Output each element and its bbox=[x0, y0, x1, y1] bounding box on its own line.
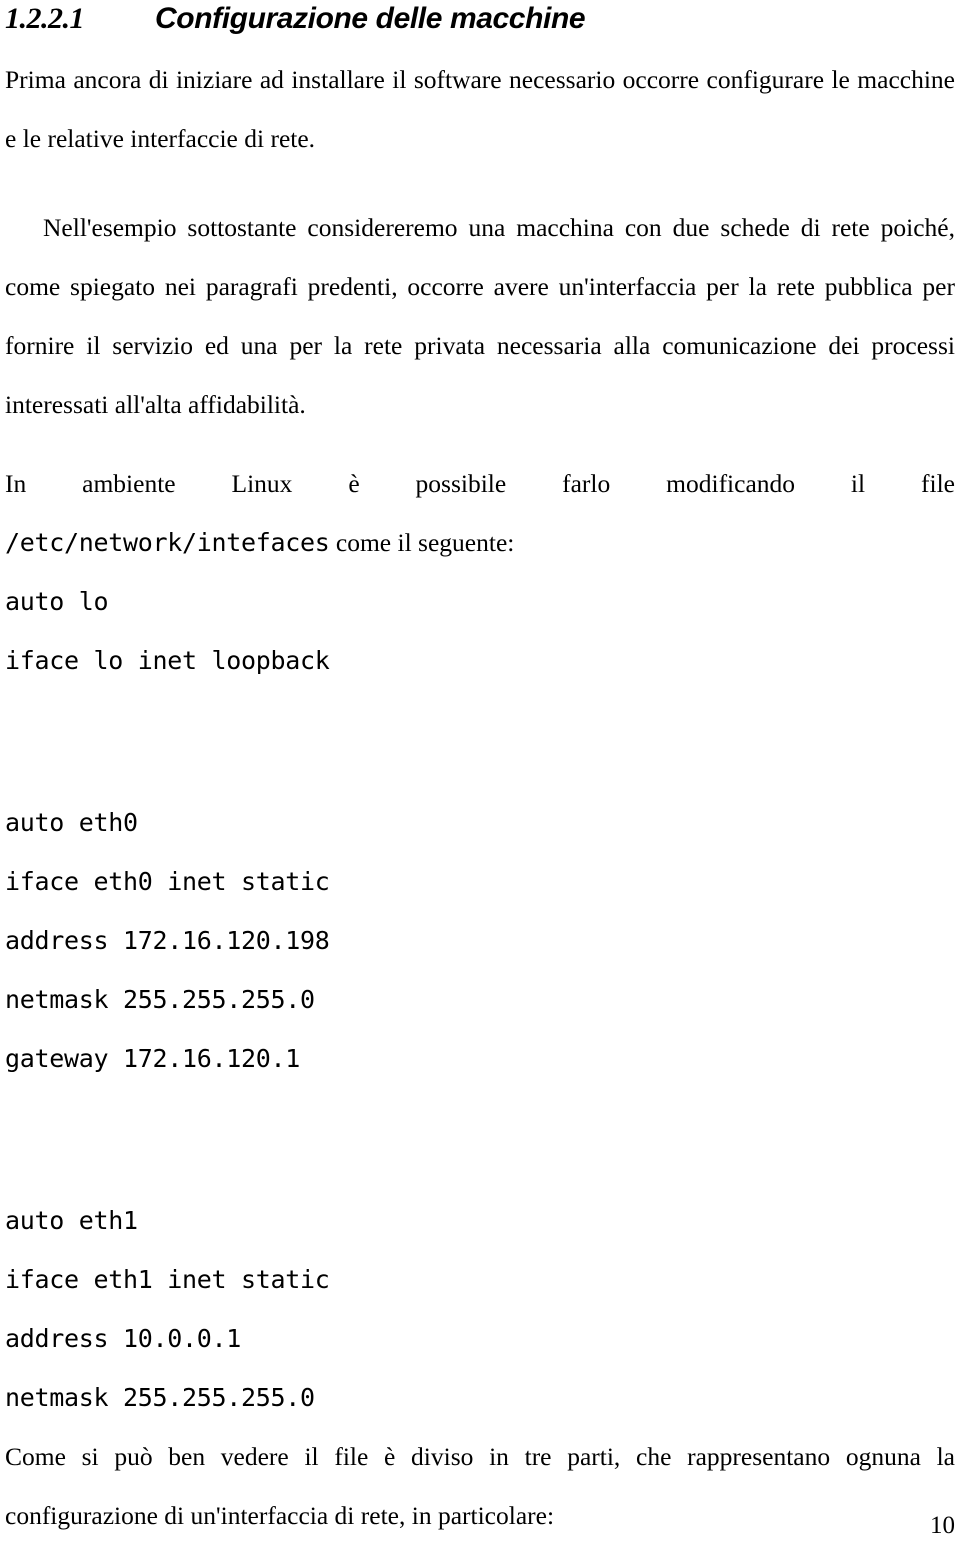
section-number: 1.2.2.1 bbox=[5, 2, 85, 35]
paragraph-linux-path-line: /etc/network/intefaces come il seguente: bbox=[5, 513, 955, 572]
code-line: auto eth1 bbox=[5, 1206, 138, 1235]
code-line: netmask 255.255.255.0 bbox=[5, 985, 315, 1014]
code-line: netmask 255.255.255.0 bbox=[5, 1383, 315, 1412]
code-line: address 10.0.0.1 bbox=[5, 1324, 242, 1353]
section-heading: 1.2.2.1 Configurazione delle macchine bbox=[5, 0, 955, 50]
config-block-eth1: auto eth1 iface eth1 inet static address… bbox=[5, 1191, 955, 1427]
paragraph-linux-tail: come il seguente: bbox=[335, 528, 515, 557]
code-line: iface lo inet loopback bbox=[5, 646, 330, 675]
code-line: iface eth0 inet static bbox=[5, 867, 330, 896]
document-page: 1.2.2.1 Configurazione delle macchine Pr… bbox=[0, 0, 960, 1549]
config-block-loopback: auto lo iface lo inet loopback bbox=[5, 572, 955, 690]
code-line: gateway 172.16.120.1 bbox=[5, 1044, 301, 1073]
page-content: 1.2.2.1 Configurazione delle macchine Pr… bbox=[5, 0, 955, 1549]
paragraph-intro: Prima ancora di iniziare ad installare i… bbox=[5, 65, 955, 153]
code-line: iface eth1 inet static bbox=[5, 1265, 330, 1294]
paragraph-closing: Come si può ben vedere il file è diviso … bbox=[5, 1442, 955, 1530]
config-file-path: /etc/network/intefaces bbox=[5, 528, 330, 557]
code-line: auto lo bbox=[5, 587, 109, 616]
page-number: 10 bbox=[930, 1512, 955, 1539]
page-title: Configurazione delle macchine bbox=[155, 2, 586, 35]
code-line: address 172.16.120.198 bbox=[5, 926, 330, 955]
paragraph-linux-lead: In ambiente Linux è possibile farlo modi… bbox=[5, 469, 955, 498]
code-line: auto eth0 bbox=[5, 808, 138, 837]
config-block-eth0: auto eth0 iface eth0 inet static address… bbox=[5, 793, 955, 1088]
paragraph-example: Nell'esempio sottostante considereremo u… bbox=[5, 213, 955, 419]
